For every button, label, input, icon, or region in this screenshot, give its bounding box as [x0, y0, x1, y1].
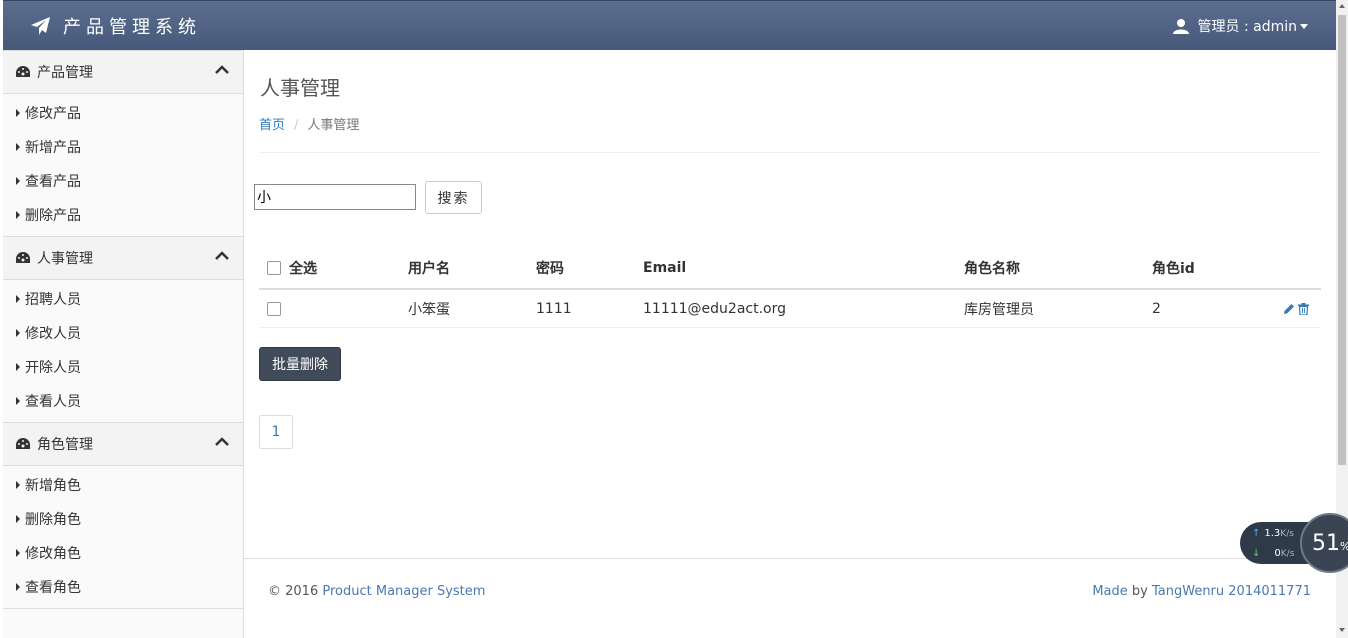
scrollbar-thumb[interactable]: [1338, 15, 1346, 465]
sidebar-section-hr: 人事管理 招聘人员 修改人员 开除人员 查看人员: [3, 236, 243, 422]
th-role-name: 角色名称: [964, 248, 1152, 290]
scroll-down-arrow-icon[interactable]: [1339, 628, 1345, 632]
row-checkbox[interactable]: [267, 301, 281, 316]
th-username: 用户名: [408, 248, 536, 290]
section-title: 角色管理: [37, 437, 93, 453]
caret-right-icon: [16, 515, 20, 523]
th-password: 密码: [536, 248, 643, 290]
product-link[interactable]: Product Manager System: [322, 584, 485, 599]
scroll-up-arrow-icon[interactable]: [1339, 4, 1345, 8]
cell-role-id: 2: [1152, 289, 1252, 328]
footer: © 2016 Product Manager System Made by Ta…: [244, 558, 1336, 638]
author-link[interactable]: TangWenru 2014011771: [1152, 584, 1311, 599]
page-title: 人事管理: [260, 76, 340, 100]
caret-right-icon: [16, 481, 20, 489]
top-navbar: 产品管理系统 管理员 : admin: [3, 0, 1336, 50]
cell-select: [259, 289, 408, 328]
cell-password: 1111: [536, 289, 643, 328]
copyright-text: © 2016: [268, 584, 319, 599]
dashboard-icon: [16, 438, 30, 449]
sidebar-item-edit-staff[interactable]: 修改人员: [3, 316, 243, 350]
caret-right-icon: [16, 109, 20, 117]
th-select-all: 全选: [259, 248, 408, 290]
sidebar-item-view-staff[interactable]: 查看人员: [3, 384, 243, 418]
dashboard-icon: [16, 66, 30, 77]
sidebar-section-product: 产品管理 修改产品 新增产品 查看产品 删除产品: [3, 50, 243, 236]
section-title: 人事管理: [37, 251, 93, 267]
user-menu[interactable]: 管理员 : admin: [1172, 16, 1308, 36]
sidebar: 产品管理 修改产品 新增产品 查看产品 删除产品 人事管理 招聘人员 修改人员 …: [3, 50, 244, 638]
trash-icon[interactable]: [1298, 302, 1309, 316]
caret-right-icon: [16, 211, 20, 219]
chevron-up-icon[interactable]: [215, 437, 229, 447]
caret-right-icon: [16, 583, 20, 591]
chevron-up-icon[interactable]: [215, 251, 229, 261]
sidebar-item-edit-product[interactable]: 修改产品: [3, 96, 243, 130]
pagination-page-1[interactable]: 1: [259, 415, 293, 449]
sidebar-item-view-role[interactable]: 查看角色: [3, 570, 243, 604]
caret-right-icon: [16, 143, 20, 151]
breadcrumb-separator: /: [294, 118, 299, 133]
pencil-icon[interactable]: [1283, 303, 1295, 315]
made-link[interactable]: Made: [1092, 584, 1127, 599]
sidebar-item-add-role[interactable]: 新增角色: [3, 468, 243, 502]
usage-percent: 51%: [1312, 531, 1348, 556]
th-email: Email: [643, 248, 964, 290]
section-header-role[interactable]: 角色管理: [3, 422, 243, 466]
user-icon: [1172, 19, 1189, 34]
sidebar-section-role: 角色管理 新增角色 删除角色 修改角色 查看角色: [3, 422, 243, 609]
th-role-id: 角色id: [1152, 248, 1252, 290]
footer-copyright: © 2016 Product Manager System: [268, 584, 485, 599]
search-button[interactable]: 搜索: [425, 181, 482, 214]
table-row: 小笨蛋 1111 11111@edu2act.org 库房管理员 2: [259, 289, 1321, 328]
caret-down-icon: [1300, 23, 1308, 29]
search-input[interactable]: [254, 184, 416, 210]
select-all-label: 全选: [289, 261, 317, 277]
sidebar-item-add-product[interactable]: 新增产品: [3, 130, 243, 164]
sidebar-item-delete-role[interactable]: 删除角色: [3, 502, 243, 536]
upload-speed: ↑ 1.3K/s: [1252, 528, 1294, 539]
sidebar-item-delete-product[interactable]: 删除产品: [3, 198, 243, 232]
sidebar-item-recruit[interactable]: 招聘人员: [3, 282, 243, 316]
dashboard-icon: [16, 252, 30, 263]
section-header-hr[interactable]: 人事管理: [3, 236, 243, 280]
caret-right-icon: [16, 329, 20, 337]
cell-email: 11111@edu2act.org: [643, 289, 964, 328]
caret-right-icon: [16, 177, 20, 185]
cell-username: 小笨蛋: [408, 289, 536, 328]
batch-delete-button[interactable]: 批量删除: [259, 347, 341, 381]
breadcrumb: 首页 / 人事管理: [259, 114, 359, 133]
caret-right-icon: [16, 549, 20, 557]
caret-right-icon: [16, 363, 20, 371]
header-divider: [259, 152, 1321, 153]
table-header-row: 全选 用户名 密码 Email 角色名称 角色id: [259, 248, 1321, 290]
caret-right-icon: [16, 295, 20, 303]
section-header-product[interactable]: 产品管理: [3, 50, 243, 94]
sidebar-item-edit-role[interactable]: 修改角色: [3, 536, 243, 570]
caret-right-icon: [16, 397, 20, 405]
chevron-up-icon[interactable]: [215, 65, 229, 75]
by-text: by: [1131, 584, 1148, 599]
user-label: 管理员 : admin: [1197, 19, 1297, 35]
brand-title: 产品管理系统: [63, 17, 201, 38]
brand[interactable]: 产品管理系统: [31, 13, 201, 39]
users-table: 全选 用户名 密码 Email 角色名称 角色id 小笨蛋 1111 11111…: [259, 248, 1321, 328]
sidebar-item-view-product[interactable]: 查看产品: [3, 164, 243, 198]
footer-credit: Made by TangWenru 2014011771: [1092, 584, 1311, 599]
upload-arrow-icon: ↑: [1252, 528, 1261, 539]
section-title: 产品管理: [37, 65, 93, 81]
breadcrumb-current: 人事管理: [307, 118, 360, 133]
th-actions: [1252, 248, 1321, 290]
cell-actions: [1252, 289, 1321, 328]
select-all-checkbox[interactable]: [267, 261, 281, 275]
paper-plane-icon: [31, 17, 50, 35]
main-content: 人事管理 首页 / 人事管理 搜索 全选 用户名 密码 Email 角色名称 角色i…: [244, 50, 1336, 558]
breadcrumb-home-link[interactable]: 首页: [259, 118, 285, 133]
download-speed: ↓ 0K/s: [1252, 548, 1295, 559]
sidebar-item-dismiss-staff[interactable]: 开除人员: [3, 350, 243, 384]
download-arrow-icon: ↓: [1252, 548, 1261, 559]
sidebar-divider: [3, 608, 243, 609]
cell-role-name: 库房管理员: [964, 289, 1152, 328]
